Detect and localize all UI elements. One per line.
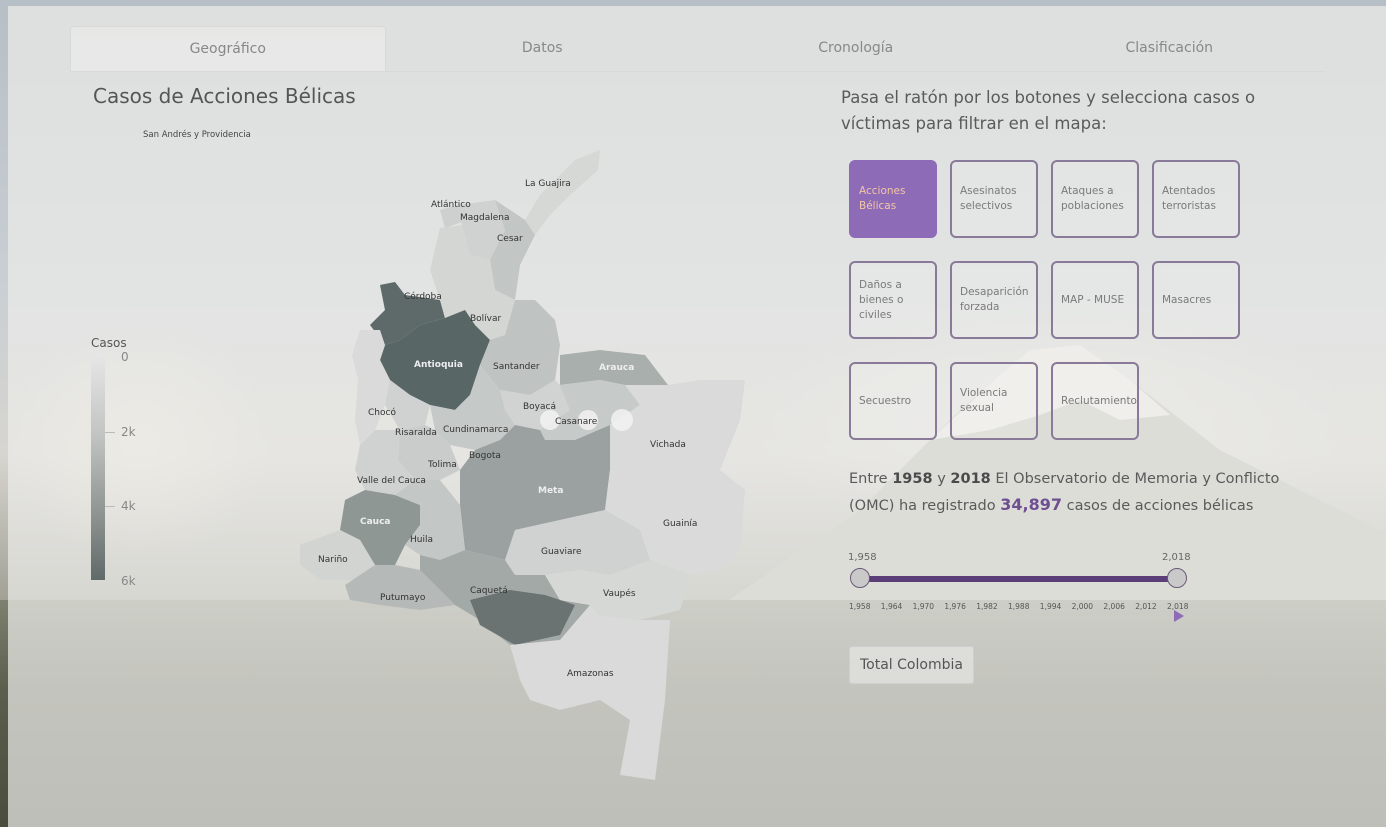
tab-clasificacion[interactable]: Clasificación — [1013, 26, 1327, 71]
dept-label: Cauca — [360, 517, 391, 527]
tab-cronologia[interactable]: Cronología — [699, 26, 1013, 71]
dept-label: Boyacá — [523, 402, 556, 412]
legend-color-bar — [91, 355, 105, 580]
island-label[interactable]: San Andrés y Providencia — [143, 130, 251, 140]
slider-axis-label: 1,970 — [912, 602, 935, 611]
slider-axis-label: 1,976 — [944, 602, 966, 611]
dept-label: Casanare — [555, 417, 598, 427]
dept-label: Córdoba — [404, 291, 442, 302]
dept-label: Vaupés — [603, 588, 636, 599]
summary-text: Entre 1958 y 2018 El Observatorio de Mem… — [849, 466, 1329, 519]
tab-bar: Geográfico Datos Cronología Clasificació… — [70, 26, 1326, 72]
legend-label: 0 — [121, 350, 129, 364]
legend-title: Casos — [91, 336, 127, 350]
legend-label: 4k — [121, 499, 136, 513]
button-reclutamiento[interactable]: Reclutamiento — [1051, 362, 1139, 440]
dept-la-guajira[interactable] — [525, 150, 600, 235]
dept-label: Cesar — [497, 234, 523, 244]
map-marker[interactable] — [611, 409, 633, 431]
button-danos-bienes-civiles[interactable]: Daños a bienes o civiles — [849, 261, 937, 339]
slider-axis-label: 1,982 — [976, 602, 998, 611]
dept-label: Chocó — [368, 407, 396, 418]
slider-axis-label: 1,958 — [849, 602, 871, 611]
dept-label: Nariño — [318, 555, 348, 565]
dept-label: Tolima — [427, 460, 457, 470]
dept-label: Arauca — [599, 363, 634, 373]
button-secuestro[interactable]: Secuestro — [849, 362, 937, 440]
tab-geografico[interactable]: Geográfico — [70, 26, 386, 71]
colombia-map[interactable]: La Guajira Atlántico Magdalena Cesar Cór… — [290, 130, 750, 790]
summary-suffix: casos de acciones bélicas — [1066, 498, 1254, 514]
legend-label: 2k — [121, 425, 136, 439]
dept-label: Cundinamarca — [443, 425, 508, 435]
dept-label: Meta — [538, 486, 563, 496]
year-range-slider[interactable]: 1,958 2,018 1,958 1,964 1,970 1,976 1,982 1,9… — [848, 550, 1193, 630]
dept-label: Caquetá — [470, 586, 508, 596]
dept-label: Risaralda — [395, 428, 437, 438]
dept-label: Amazonas — [567, 669, 614, 679]
total-colombia-button[interactable]: Total Colombia — [849, 646, 974, 684]
map-title: Casos de Acciones Bélicas — [93, 84, 356, 108]
dept-label: Guaviare — [541, 547, 582, 557]
slider-handle-start[interactable] — [850, 568, 870, 588]
tab-datos[interactable]: Datos — [386, 26, 700, 71]
intro-text: Pasa el ratón por los botones y seleccio… — [841, 88, 1256, 133]
slider-axis-label: 2,006 — [1103, 602, 1125, 611]
dept-label: Valle del Cauca — [357, 476, 426, 486]
slider-axis-label: 2,012 — [1135, 602, 1157, 611]
button-atentados-terroristas[interactable]: Atentados terroristas — [1152, 160, 1240, 238]
slider-handle-end[interactable] — [1167, 568, 1187, 588]
play-icon[interactable] — [1174, 610, 1184, 622]
dept-label: Guainía — [663, 519, 697, 529]
button-violencia-sexual[interactable]: Violencia sexual — [950, 362, 1038, 440]
summary-count: 34,897 — [1000, 495, 1062, 514]
legend-label: 6k — [121, 574, 136, 588]
dept-label: Antioquia — [414, 360, 463, 370]
summary-mid: y — [937, 471, 946, 487]
dept-label: Putumayo — [380, 593, 426, 603]
legend-tick — [105, 432, 115, 433]
slider-axis-label: 1,964 — [880, 602, 903, 611]
slider-max-label: 2,018 — [1162, 552, 1191, 563]
button-map-muse[interactable]: MAP - MUSE — [1051, 261, 1139, 339]
button-acciones-belicas[interactable]: Acciones Bélicas — [849, 160, 937, 238]
summary-end-year: 2018 — [950, 471, 991, 487]
dept-label: Santander — [493, 362, 540, 372]
button-masacres[interactable]: Masacres — [1152, 261, 1240, 339]
dept-label: Magdalena — [460, 213, 509, 223]
slider-axis-label: 2,000 — [1071, 602, 1094, 611]
slider-axis-label: 1,988 — [1008, 602, 1030, 611]
slider-axis-label: 1,994 — [1039, 602, 1062, 611]
summary-start-year: 1958 — [892, 471, 933, 487]
legend-tick — [105, 506, 115, 507]
slider-track[interactable] — [860, 576, 1177, 582]
category-buttons: Acciones Bélicas Asesinatos selectivos A… — [849, 160, 1240, 440]
button-asesinatos-selectivos[interactable]: Asesinatos selectivos — [950, 160, 1038, 238]
button-desaparicion-forzada[interactable]: Desaparición forzada — [950, 261, 1038, 339]
button-ataques-poblaciones[interactable]: Ataques a poblaciones — [1051, 160, 1139, 238]
summary-prefix: Entre — [849, 471, 888, 487]
dept-label: Vichada — [650, 440, 686, 450]
dept-label: Bogota — [469, 451, 501, 461]
slider-min-label: 1,958 — [848, 552, 877, 563]
dept-label: La Guajira — [525, 179, 571, 189]
dept-label: Huila — [410, 535, 433, 545]
dept-label: Bolívar — [470, 314, 502, 324]
dept-label: Atlántico — [431, 200, 471, 210]
